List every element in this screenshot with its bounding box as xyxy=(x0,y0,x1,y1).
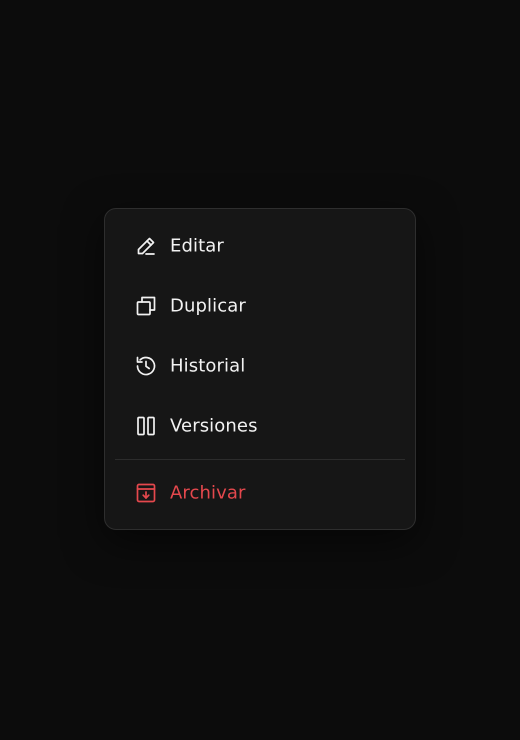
pencil-icon xyxy=(134,234,158,258)
menu-item-duplicar[interactable]: Duplicar xyxy=(115,281,405,331)
context-menu: Editar Duplicar Historial Versiones Arch… xyxy=(104,208,416,530)
menu-item-editar[interactable]: Editar xyxy=(115,221,405,271)
columns-icon xyxy=(134,414,158,438)
menu-item-label: Historial xyxy=(170,355,246,377)
menu-item-label: Archivar xyxy=(170,482,246,504)
archive-icon xyxy=(134,481,158,505)
history-icon xyxy=(134,354,158,378)
copy-icon xyxy=(134,294,158,318)
menu-item-label: Versiones xyxy=(170,415,258,437)
menu-item-versiones[interactable]: Versiones xyxy=(115,401,405,451)
menu-item-label: Editar xyxy=(170,235,224,257)
menu-item-historial[interactable]: Historial xyxy=(115,341,405,391)
menu-divider xyxy=(115,459,405,460)
menu-item-archivar[interactable]: Archivar xyxy=(115,468,405,518)
menu-item-label: Duplicar xyxy=(170,295,246,317)
